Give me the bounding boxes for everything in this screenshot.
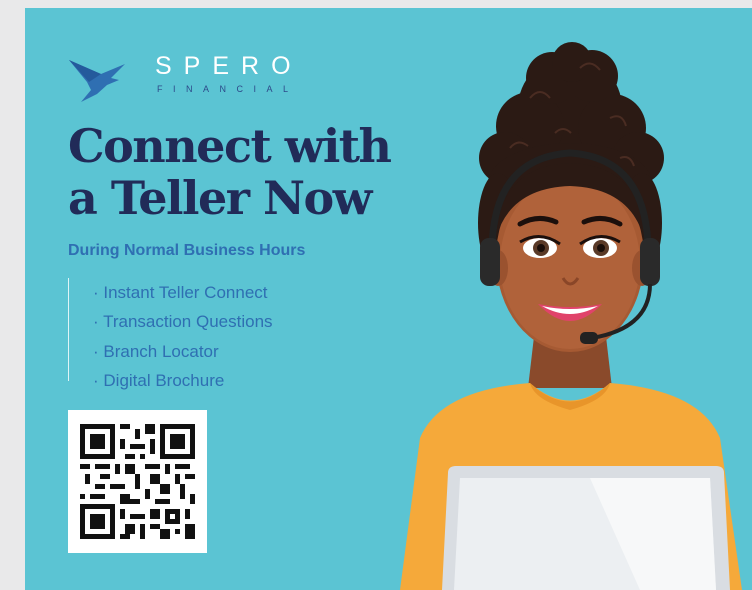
link-digital-brochure[interactable]: · Digital Brochure xyxy=(93,366,273,395)
teller-illustration xyxy=(400,42,742,590)
qr-code-card[interactable] xyxy=(68,410,207,553)
brand-subtitle: FINANCIAL xyxy=(157,84,299,94)
qr-code-icon xyxy=(80,424,195,539)
service-links: · Instant Teller Connect · Transaction Q… xyxy=(93,278,273,395)
list-divider xyxy=(68,278,69,381)
link-branch-locator[interactable]: · Branch Locator xyxy=(93,337,273,366)
link-transaction-questions[interactable]: · Transaction Questions xyxy=(93,307,273,336)
brand-logo[interactable]: SPERO FINANCIAL xyxy=(67,52,307,102)
bird-icon xyxy=(69,60,125,102)
promo-poster: SPERO FINANCIAL Connect with a Teller No… xyxy=(25,8,752,590)
link-instant-teller-connect[interactable]: · Instant Teller Connect xyxy=(93,278,273,307)
business-hours-note: During Normal Business Hours xyxy=(68,242,306,259)
brand-name: SPERO xyxy=(155,52,303,80)
